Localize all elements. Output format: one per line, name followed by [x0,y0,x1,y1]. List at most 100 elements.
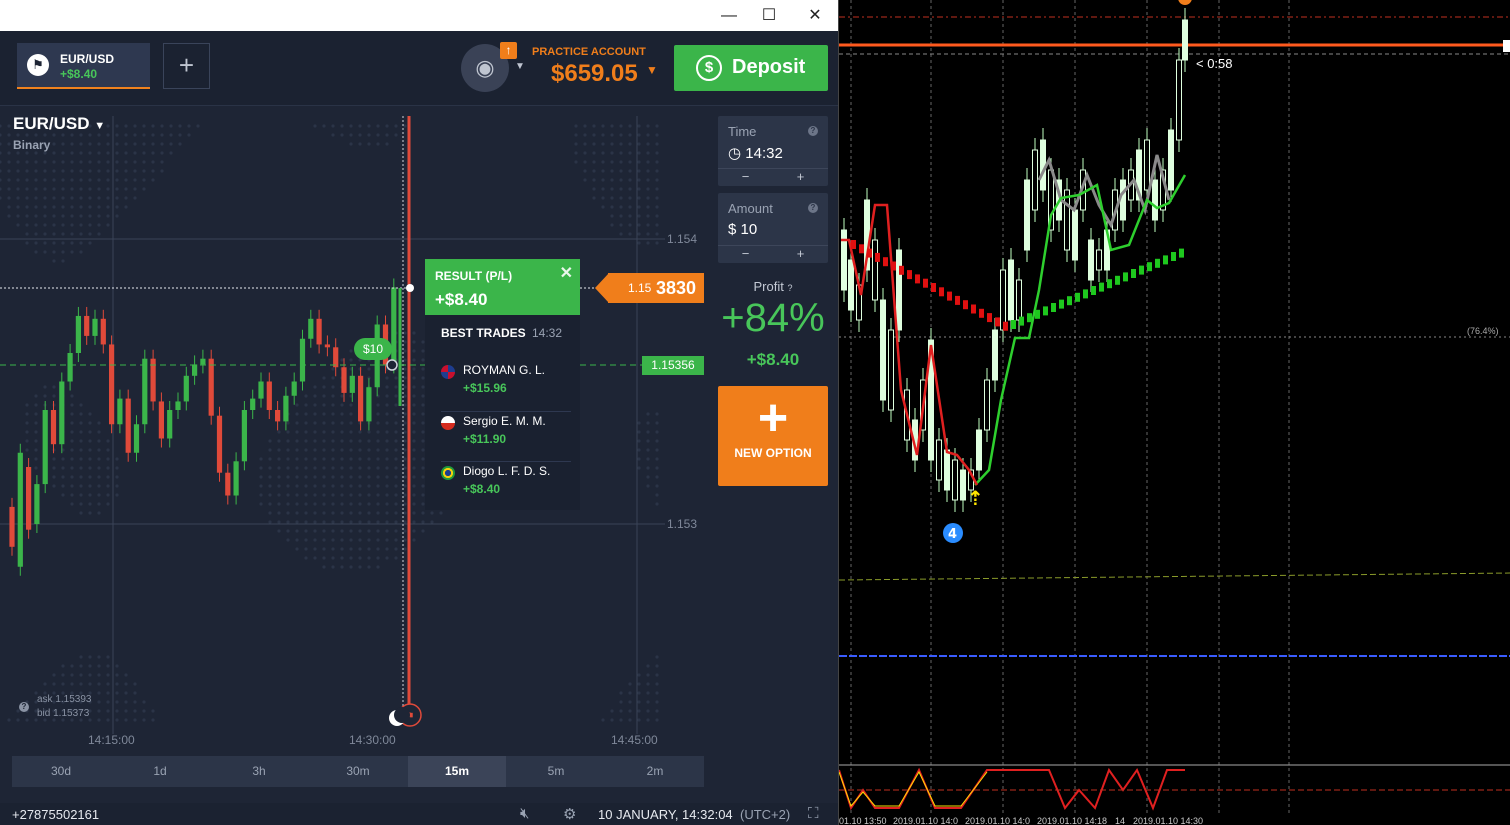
help-icon[interactable]: ? [808,203,818,213]
mute-icon[interactable]: 🔇︎ [520,805,529,822]
mt-candle-body [848,259,854,311]
ask-bid: ask 1.15393 bid 1.15373 [37,693,92,721]
new-option-button[interactable]: + NEW OPTION [718,386,828,486]
mt-x-tick: 2019.01.10 14:0 [965,816,1031,825]
support-phone[interactable]: +27875502161 [12,807,99,822]
candle-body [183,375,189,402]
account-balance[interactable]: $659.05 [551,60,638,88]
red-signal-dot [939,287,944,297]
chevron-down-icon[interactable]: ▼ [646,63,658,77]
timeframe-2m[interactable]: 2m [606,756,704,787]
green-signal-dot [1035,309,1040,319]
mt-candle-body [1176,59,1182,141]
mt-chart-canvas[interactable]: 4 ⇡ [839,0,1510,825]
green-signal-dot [1163,255,1168,265]
mt-candle-body [880,299,886,401]
best-trades-label: BEST TRADES [441,326,526,340]
candle-body [17,452,23,567]
amount-stepper: − + [718,245,828,263]
close-icon[interactable]: ✕ [792,0,838,31]
flag-icon: ⚑ [27,54,49,76]
help-icon[interactable]: ? [787,283,792,293]
gear-icon[interactable]: ⚙ [563,805,576,823]
amount-value[interactable]: $ 10 [728,221,757,238]
mt-candle-body [984,379,990,431]
time-selector[interactable]: Time ? ◷ 14:32 − + [718,116,828,186]
time-minus-button[interactable]: − [718,169,773,185]
candle-body [167,410,173,439]
candle-body [250,398,256,410]
arrow-up-icon: ↑ [500,42,517,59]
mt-candle-body [936,439,942,481]
asset-tab[interactable]: ⚑ EUR/USD +$8.40 [17,43,150,89]
deposit-button[interactable]: $ Deposit [674,45,828,91]
red-signal-dot [907,270,912,280]
mt-candle-body [952,459,958,501]
fullscreen-icon[interactable]: ⛶ [808,805,819,822]
x-tick-label: 14:45:00 [611,733,658,747]
candle-body [216,415,223,473]
candle-body [225,472,231,496]
alert-marker [1178,0,1192,5]
candle-body [92,318,98,336]
mt-candle-body [1144,139,1150,191]
green-signal-dot [1067,296,1072,306]
price-chart[interactable]: ⚑ [0,106,708,806]
amount-minus-button[interactable]: − [718,246,773,262]
mt-candle-body [896,249,902,331]
mt-x-tick: 2019.01.10 14:30 [1133,816,1204,825]
chevron-down-icon[interactable]: ▼ [515,61,525,72]
green-signal-dot [1107,279,1112,289]
asset-title: EUR/USD [13,114,90,133]
green-signal-dot [1099,282,1104,292]
candle-body [100,318,106,345]
green-signal-dot [1155,258,1160,268]
help-icon[interactable]: ? [19,702,29,712]
trader-row: Diogo L. F. D. S. +$8.40 [441,461,571,508]
amount-selector[interactable]: Amount ? $ 10 − + [718,193,828,263]
amount-plus-button[interactable]: + [773,246,828,262]
mt-candle-body [1040,139,1046,191]
timeframe-1d[interactable]: 1d [111,756,209,787]
candle-body [358,375,364,422]
trend-line [839,572,1510,581]
candle-body [133,424,140,453]
mt-candle-body [1120,179,1126,221]
metatrader-chart[interactable]: 4 ⇡ < 0:58 01.10 13:50 2019.01.10 14:0 2… [838,0,1510,825]
maximize-icon[interactable]: ☐ [746,0,792,31]
timeframe-15m[interactable]: 15m [408,756,506,787]
timeframe-30d[interactable]: 30d [12,756,110,787]
close-icon[interactable]: ✕ [560,263,573,283]
red-signal-dot [987,313,992,323]
timeframe-5m[interactable]: 5m [507,756,605,787]
amount-label: Amount [728,201,773,216]
asset-selector[interactable]: EUR/USD ▼ [13,114,105,134]
green-signal-dot [1019,316,1024,326]
candle-body [34,484,40,524]
trader-row: Sergio E. M. M. +$11.90 [441,411,571,458]
red-signal-dot [979,308,984,318]
profit-label: Profit ? [718,279,828,294]
chile-flag-icon [441,416,455,430]
trader-profit: +$11.90 [463,432,507,446]
candle-body [333,347,339,368]
red-signal-dot [955,295,960,305]
candle-body [175,401,181,410]
window-titlebar: — ☐ ✕ [0,0,838,32]
red-signal-dot [947,291,952,301]
red-signal-dot [1003,321,1008,331]
datetime: 10 JANUARY, 14:32:04 [598,807,733,822]
result-header: RESULT (P/L) +$8.40 ✕ [425,259,580,315]
time-plus-button[interactable]: + [773,169,828,185]
add-tab-button[interactable]: + [163,43,210,89]
red-signal-dot [971,304,976,314]
timeframe-30m[interactable]: 30m [309,756,407,787]
red-signal-dot [995,317,1000,327]
green-signal-dot [1147,262,1152,272]
candle-body [158,401,164,439]
price-scale-marker [1503,40,1510,52]
timeframe-3h[interactable]: 3h [210,756,308,787]
help-icon[interactable]: ? [808,126,818,136]
candle-body [316,318,322,345]
red-signal-dot [875,252,880,262]
